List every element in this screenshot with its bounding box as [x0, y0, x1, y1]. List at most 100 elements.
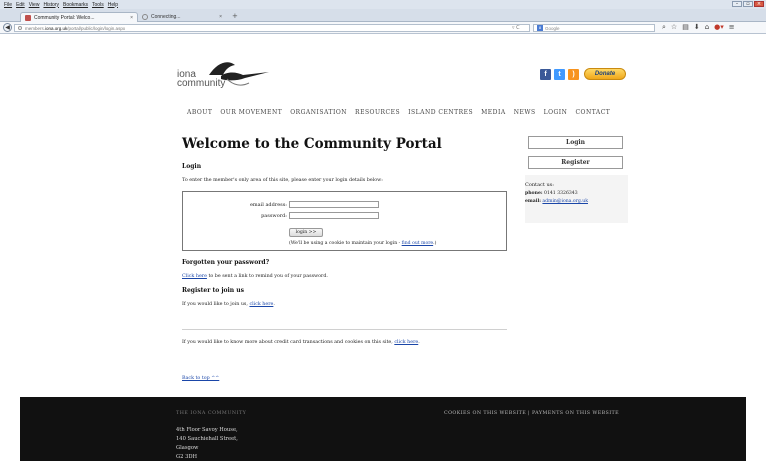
url-host: iona.org.uk — [45, 25, 68, 31]
search-placeholder: Google — [545, 25, 560, 31]
menu-history[interactable]: History — [43, 2, 59, 8]
toolbar-icons: ⌕ ☆ ▤ ⬇ ⌂ ●▾ ≡ — [662, 23, 735, 32]
back-to-top-link[interactable]: Back to top ^^ — [182, 376, 219, 381]
window-controls: – ▫ × — [732, 1, 764, 7]
menu-help[interactable]: Help — [108, 2, 118, 8]
cookie-note: (We'll be using a cookie to maintain you… — [289, 241, 436, 246]
address-line: G2 3DH — [176, 454, 198, 460]
back-button[interactable]: ◀ — [3, 23, 12, 32]
tab-title: Community Portal: Welco... — [34, 14, 95, 21]
address-line: Glasgow — [176, 445, 199, 451]
site-footer: THE IONA COMMUNITY COOKIES ON THIS WEBSI… — [20, 397, 746, 461]
bookmark-star-icon[interactable]: ☆ — [671, 23, 677, 32]
web-page: iona community f t ) Donate ABOUT OUR MO… — [0, 35, 766, 461]
download-icon[interactable]: ⬇ — [694, 23, 700, 32]
logo-text-community: community — [177, 78, 226, 89]
reload-icon[interactable]: ▿ C — [512, 25, 520, 31]
menu-view[interactable]: View — [29, 2, 40, 8]
menu-file[interactable]: File — [4, 2, 12, 8]
forgot-password-link[interactable]: Click here — [182, 274, 207, 279]
loading-spinner-icon — [142, 14, 148, 20]
browser-menubar: File Edit View History Bookmarks Tools H… — [0, 0, 766, 9]
site-favicon-icon — [25, 14, 31, 21]
google-icon: 8 — [537, 25, 543, 31]
register-link[interactable]: click here — [249, 302, 273, 307]
nav-contact[interactable]: CONTACT — [575, 109, 610, 116]
nav-about[interactable]: ABOUT — [187, 109, 212, 116]
facebook-icon[interactable]: f — [540, 68, 551, 80]
globe-icon — [18, 26, 22, 30]
iona-community-logo[interactable]: iona community — [177, 57, 277, 97]
navigation-toolbar: ◀ members. iona.org.uk/portal/public/logi… — [0, 22, 766, 34]
contact-phone: phone: 0141 3326343 — [525, 191, 578, 196]
footer-title: THE IONA COMMUNITY — [176, 411, 247, 416]
sidebar-register-button[interactable]: Register — [528, 156, 623, 169]
twitter-icon[interactable]: t — [554, 68, 565, 80]
nav-island-centres[interactable]: ISLAND CENTRES — [408, 109, 473, 116]
password-label: password: — [261, 213, 287, 219]
home-icon[interactable]: ⌂ — [705, 23, 709, 32]
new-tab-button[interactable]: + — [232, 12, 238, 20]
address-line: 4th Floor Savoy House, — [176, 427, 238, 433]
login-form: email address: password: login >> (We'll… — [182, 191, 507, 251]
find-out-more-link[interactable]: find out more — [402, 241, 434, 246]
addon-icon[interactable]: ●▾ — [714, 23, 724, 32]
credit-card-end: . — [418, 340, 420, 345]
maximize-button[interactable]: ▫ — [743, 1, 753, 7]
menu-bookmarks[interactable]: Bookmarks — [63, 2, 88, 8]
sidebar-login-button[interactable]: Login — [528, 136, 623, 149]
cookie-note-end: .) — [433, 241, 437, 246]
tab-close-icon[interactable]: × — [130, 15, 133, 21]
phone-label: phone: — [525, 191, 543, 196]
rss-icon[interactable]: ) — [568, 68, 579, 80]
register-heading: Register to join us — [182, 287, 245, 294]
tab-title: Connecting... — [151, 14, 181, 20]
nav-our-movement[interactable]: OUR MOVEMENT — [220, 109, 282, 116]
menu-hamburger-icon[interactable]: ≡ — [729, 23, 735, 32]
search-input[interactable]: 8 Google — [533, 24, 655, 32]
forgot-password-desc: to be sent a link to remind you of your … — [206, 274, 328, 279]
register-end: . — [273, 302, 275, 307]
search-icon[interactable]: ⌕ — [662, 23, 666, 32]
forgot-password-text: Click here to be sent a link to remind y… — [182, 274, 328, 279]
minimize-button[interactable]: – — [732, 1, 742, 7]
login-heading: Login — [182, 163, 202, 170]
nav-media[interactable]: MEDIA — [481, 109, 506, 116]
tab-bar: Community Portal: Welco... × Connecting.… — [0, 9, 766, 22]
url-bar[interactable]: members. iona.org.uk/portal/public/login/… — [14, 24, 530, 32]
contact-box: Contact us: phone: 0141 3326343 email: a… — [525, 175, 628, 223]
content-divider — [182, 329, 507, 330]
credit-card-text: If you would like to know more about cre… — [182, 340, 420, 345]
donate-button[interactable]: Donate — [584, 68, 626, 80]
password-field[interactable] — [289, 212, 379, 219]
page-title: Welcome to the Community Portal — [182, 136, 442, 152]
url-path: /portal/public/login/login.aspx — [67, 25, 126, 31]
menu-edit[interactable]: Edit — [16, 2, 25, 8]
login-submit-button[interactable]: login >> — [289, 228, 323, 237]
email-label-sidebar: email: — [525, 199, 541, 204]
nav-resources[interactable]: RESOURCES — [355, 109, 400, 116]
tab-community-portal[interactable]: Community Portal: Welco... × — [20, 12, 138, 22]
nav-organisation[interactable]: ORGANISATION — [290, 109, 347, 116]
main-navigation: ABOUT OUR MOVEMENT ORGANISATION RESOURCE… — [187, 109, 618, 116]
tab-close-icon[interactable]: × — [219, 14, 222, 20]
forgot-password-heading: Forgotten your password? — [182, 259, 270, 266]
contact-title: Contact us: — [525, 182, 554, 188]
login-intro-text: To enter the member's only area of this … — [182, 178, 383, 183]
credit-card-desc: If you would like to know more about cre… — [182, 340, 395, 345]
credit-card-link[interactable]: click here — [394, 340, 418, 345]
address-line: 140 Sauchiehall Street, — [176, 436, 238, 442]
footer-links[interactable]: COOKIES ON THIS WEBSITE | PAYMENTS ON TH… — [444, 411, 619, 416]
reading-list-icon[interactable]: ▤ — [682, 23, 689, 32]
phone-value: 0141 3326343 — [542, 191, 578, 196]
nav-news[interactable]: NEWS — [514, 109, 536, 116]
email-field[interactable] — [289, 201, 379, 208]
url-prefix: members. — [25, 25, 46, 31]
email-label: email address: — [249, 202, 287, 208]
menu-tools[interactable]: Tools — [92, 2, 104, 8]
cookie-note-text: (We'll be using a cookie to maintain you… — [289, 241, 402, 246]
close-window-button[interactable]: × — [754, 1, 764, 7]
tab-connecting[interactable]: Connecting... × — [138, 12, 226, 22]
email-link[interactable]: admin@iona.org.uk — [542, 199, 588, 204]
nav-login[interactable]: LOGIN — [544, 109, 568, 116]
